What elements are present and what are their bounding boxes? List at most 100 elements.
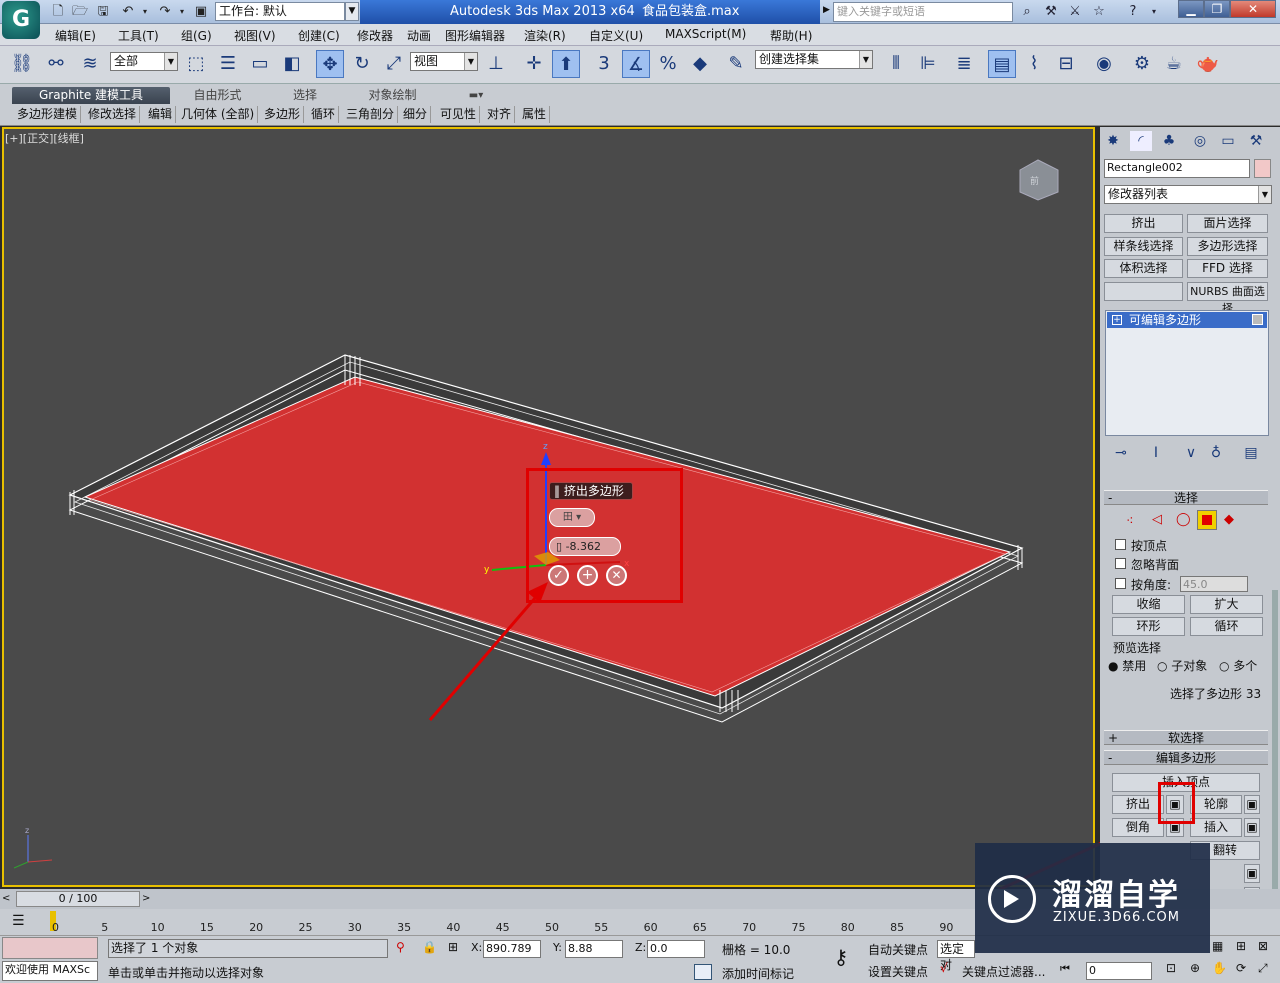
loop-button[interactable]: 循环 <box>1190 617 1263 636</box>
settings-button-3[interactable]: ▣ <box>1244 864 1260 883</box>
angle-value-field[interactable]: 45.0 <box>1180 576 1248 592</box>
ok-icon[interactable]: ✓ <box>548 565 569 586</box>
modifier-list-dropdown[interactable]: 修改器列表 ▼ <box>1104 185 1272 204</box>
preview-multi-radio[interactable]: ○ 多个 <box>1219 657 1257 674</box>
outline-button[interactable]: 轮廓 <box>1190 795 1242 814</box>
mod-extrude-button[interactable]: 挤出 <box>1104 214 1183 233</box>
help-icon[interactable]: ? <box>1124 4 1142 20</box>
create-tab-icon[interactable]: ✸ <box>1102 131 1124 151</box>
cancel-icon[interactable]: ✕ <box>606 565 627 586</box>
inset-settings-button[interactable]: ▣ <box>1244 818 1260 837</box>
preview-off-radio[interactable]: ● 禁用 <box>1108 657 1146 674</box>
add-time-tag[interactable]: 添加时间标记 <box>722 965 794 982</box>
extrude-button[interactable]: 挤出 <box>1112 795 1164 814</box>
vertex-mode-icon[interactable]: ⁖ <box>1126 514 1134 529</box>
mod-nurbs-select-button[interactable]: NURBS 曲面选择 <box>1187 282 1268 315</box>
element-mode-icon[interactable]: ◆ <box>1224 512 1234 527</box>
mod-ffd-select-button[interactable]: FFD 选择 <box>1187 259 1268 278</box>
mod-volume-select-button[interactable]: 体积选择 <box>1104 259 1183 278</box>
border-mode-icon[interactable]: ◯ <box>1176 512 1191 527</box>
mod-empty-button[interactable] <box>1104 282 1183 301</box>
app-logo-icon[interactable]: G <box>2 1 40 39</box>
render-setup-icon[interactable]: ⚙ <box>1128 50 1156 78</box>
apply-icon[interactable]: + <box>577 565 598 586</box>
go-to-start-icon[interactable]: ⏮ <box>1060 962 1070 976</box>
y-coordinate-field[interactable]: 8.88 <box>565 940 623 958</box>
modifier-stack[interactable] <box>1105 310 1269 436</box>
bevel-button[interactable]: 倒角 <box>1112 818 1164 837</box>
lock-selection-icon[interactable]: 🔒 <box>422 940 437 954</box>
rollout-edit-polygons[interactable]: - 编辑多边形 <box>1104 750 1268 765</box>
rollout-selection[interactable]: - 选择 <box>1104 490 1268 505</box>
hierarchy-tab-icon[interactable]: ♣ <box>1158 131 1180 151</box>
current-frame-field[interactable]: 0 <box>1086 962 1152 980</box>
rendered-frame-icon[interactable]: ☕ <box>1160 50 1188 78</box>
maximize-viewport-icon[interactable]: ⤢ <box>1258 961 1268 976</box>
zoom-icon[interactable]: ⊕ <box>1190 961 1200 975</box>
extrusion-type-dropdown[interactable]: 田 ▾ <box>549 508 595 527</box>
ignore-backfacing-checkbox[interactable] <box>1115 558 1126 569</box>
minimize-button[interactable]: ▁ <box>1178 0 1204 18</box>
time-slider[interactable]: 0 / 100 <box>16 891 140 907</box>
selection-info: 选择了多边形 33 <box>1170 687 1262 701</box>
prev-frame-icon[interactable]: < <box>2 891 14 907</box>
auto-key-button[interactable]: 自动关键点 <box>868 941 928 958</box>
z-coordinate-field[interactable]: 0.0 <box>647 940 705 958</box>
key-set-dropdown[interactable]: 选定对 <box>937 940 975 972</box>
next-frame-icon[interactable]: > <box>142 891 154 907</box>
maxscript-mini-listener[interactable]: 欢迎使用 MAXSc <box>2 961 98 981</box>
help-dropdown-icon[interactable]: ▾ <box>1145 4 1163 20</box>
stack-item-editable-poly[interactable]: + 可编辑多边形 <box>1107 312 1267 328</box>
viewcube[interactable]: 前 <box>1019 159 1059 201</box>
remove-modifier-icon[interactable]: ♁ <box>1205 443 1227 463</box>
time-tag-icon[interactable] <box>694 964 712 980</box>
object-color-swatch[interactable] <box>1254 159 1271 178</box>
edge-mode-icon[interactable]: ◁ <box>1152 512 1162 527</box>
mod-spline-select-button[interactable]: 样条线选择 <box>1104 237 1183 256</box>
polygon-mode-icon[interactable] <box>1197 510 1217 530</box>
utilities-tab-icon[interactable]: ⚒ <box>1245 131 1267 151</box>
expand-icon[interactable]: + <box>1112 315 1122 325</box>
object-name-field[interactable]: Rectangle002 <box>1104 159 1250 178</box>
absolute-mode-icon[interactable]: ⊞ <box>448 940 458 954</box>
display-tab-icon[interactable]: ▭ <box>1217 131 1239 151</box>
render-production-icon[interactable]: 🫖 <box>1194 50 1222 78</box>
panel-scrollbar[interactable] <box>1272 590 1278 920</box>
modify-tab-icon[interactable]: ◜ <box>1130 131 1152 151</box>
configure-modifier-sets-icon[interactable]: ▤ <box>1240 443 1262 463</box>
mod-poly-select-button[interactable]: 多边形选择 <box>1187 237 1268 256</box>
zoom-extents-icon[interactable]: ⊞ <box>1236 939 1246 953</box>
x-coordinate-field[interactable]: 890.789 <box>483 940 541 958</box>
timeline-tick: 0 <box>52 921 59 934</box>
shrink-button[interactable]: 收缩 <box>1112 595 1185 614</box>
pin-stack-icon[interactable]: ⊸ <box>1110 443 1132 463</box>
grow-button[interactable]: 扩大 <box>1190 595 1263 614</box>
by-angle-checkbox[interactable] <box>1115 578 1126 589</box>
maxscript-listener-pink[interactable] <box>2 937 98 959</box>
caddy-grip-icon[interactable]: ‖ <box>554 484 560 498</box>
ring-button[interactable]: 环形 <box>1112 617 1185 636</box>
preview-subobj-radio[interactable]: ○ 子对象 <box>1157 657 1207 674</box>
extrusion-height-field[interactable]: ▯ -8.362 <box>549 537 621 556</box>
stack-item-toggle[interactable] <box>1252 314 1263 325</box>
time-config-icon[interactable]: ⊡ <box>1166 961 1176 975</box>
field-of-view-icon[interactable]: ⊠ <box>1258 939 1268 953</box>
show-end-result-icon[interactable]: Ⅰ <box>1145 443 1167 463</box>
set-key-icon[interactable]: ⚷ <box>826 945 856 973</box>
mini-curve-editor-icon[interactable]: ☰ <box>12 913 25 929</box>
orbit-icon[interactable]: ⟳ <box>1236 961 1246 975</box>
mod-patch-select-button[interactable]: 面片选择 <box>1187 214 1268 233</box>
motion-tab-icon[interactable]: ◎ <box>1189 131 1211 151</box>
outline-settings-button[interactable]: ▣ <box>1244 795 1260 814</box>
inset-button[interactable]: 插入 <box>1190 818 1242 837</box>
close-button[interactable]: ✕ <box>1230 0 1276 18</box>
set-key-button[interactable]: 设置关键点 <box>868 963 928 980</box>
make-unique-icon[interactable]: ∨ <box>1180 443 1202 463</box>
pan-icon[interactable]: ✋ <box>1212 961 1227 975</box>
key-filters-button[interactable]: 关键点过滤器... <box>962 963 1045 980</box>
by-vertex-checkbox[interactable] <box>1115 539 1126 550</box>
zoom-all-icon[interactable]: ▦ <box>1212 939 1223 953</box>
rollout-soft-selection[interactable]: + 软选择 <box>1104 730 1268 745</box>
restore-button[interactable]: ❐ <box>1204 0 1230 18</box>
isolate-selection-icon[interactable]: ⚲ <box>396 940 405 954</box>
